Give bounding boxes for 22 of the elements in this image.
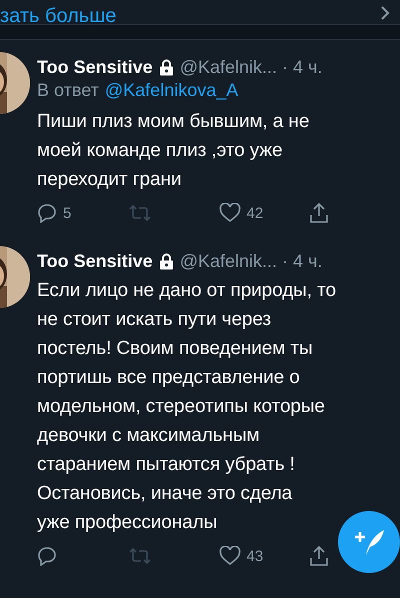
feather-plus-icon	[352, 527, 386, 557]
reply-icon[interactable]	[37, 546, 57, 566]
tweet-text: Пиши плиз моим бывшим, а не моей команде плиз ,это уже переходит грани	[37, 110, 310, 192]
user-name: Too Sensitive	[37, 56, 153, 78]
like-count: 42	[246, 204, 264, 222]
timestamp: · 4 ч.	[282, 250, 322, 272]
reply-icon[interactable]	[37, 203, 57, 223]
user-handle: @Kafelnik...	[180, 56, 278, 78]
mention-link[interactable]: @Kafelnikova_A	[104, 80, 238, 101]
reply-label: В ответ	[37, 80, 99, 101]
heart-icon[interactable]	[218, 546, 240, 566]
share-icon[interactable]	[309, 545, 330, 567]
show-more-link[interactable]: зать больше	[0, 8, 116, 24]
chevron-icon	[380, 6, 390, 20]
user-name: Too Sensitive	[37, 250, 153, 272]
like-count: 43	[246, 548, 264, 564]
user-handle: @Kafelnik...	[180, 250, 278, 272]
heart-icon[interactable]	[218, 203, 240, 223]
timestamp: · 4 ч.	[282, 56, 322, 78]
share-icon[interactable]	[309, 202, 330, 224]
tweet-text: Если лицо не дано от природы, то не стоит искать пути через постель! Своим поведением ты портишь все представление о модельном, стереотипы которые девочки с максимальным старанием пытаются убрать ! Остановись, иначе это сдела уже профессионалы	[37, 279, 336, 535]
reply-count: 5	[63, 204, 72, 222]
